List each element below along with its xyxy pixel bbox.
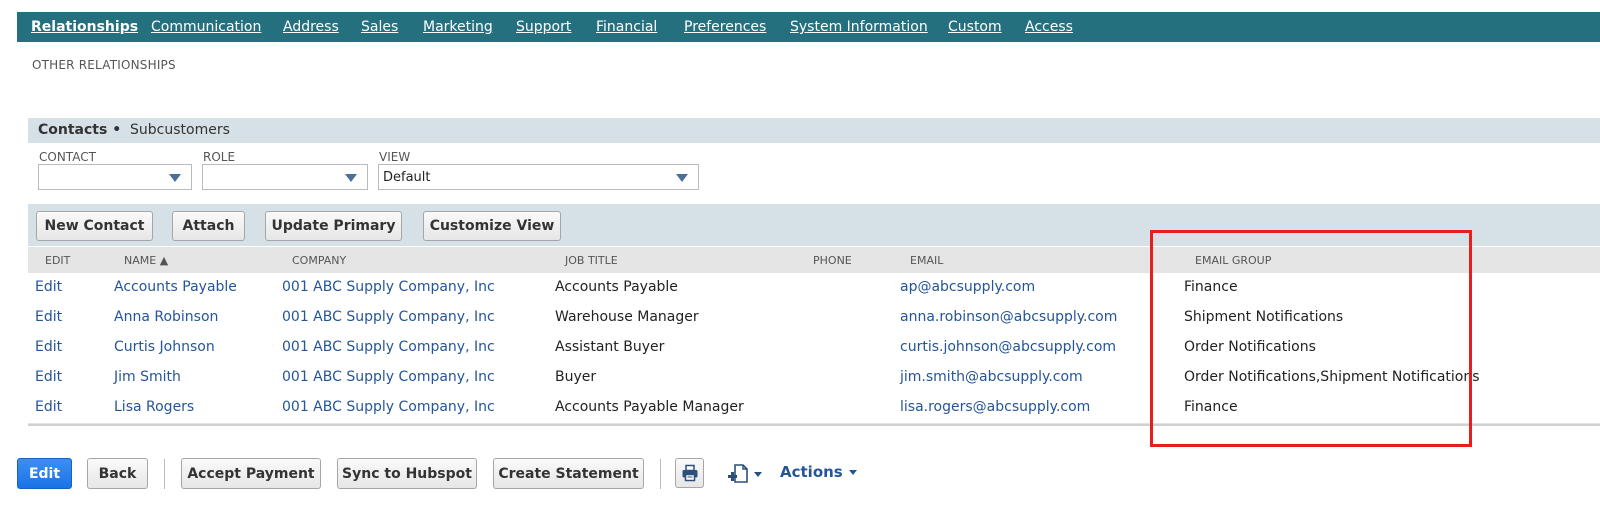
tab-communication[interactable]: Communication — [151, 19, 261, 35]
contact-name-link[interactable]: Accounts Payable — [114, 279, 237, 295]
new-record-menu[interactable] — [727, 461, 767, 487]
attach-button[interactable]: Attach — [172, 211, 245, 241]
contact-name-link[interactable]: Anna Robinson — [114, 309, 218, 325]
job-title-cell: Accounts Payable — [555, 279, 678, 295]
tab-access[interactable]: Access — [1025, 19, 1073, 35]
dropdown-arrow-icon — [676, 174, 688, 182]
tab-sales[interactable]: Sales — [361, 19, 398, 35]
chevron-down-icon — [754, 471, 762, 477]
company-link[interactable]: 001 ABC Supply Company, Inc — [282, 339, 495, 355]
chevron-down-icon — [848, 470, 857, 475]
email-link[interactable]: lisa.rogers@abcsupply.com — [900, 399, 1090, 415]
accept-payment-button[interactable]: Accept Payment — [181, 458, 321, 489]
company-link[interactable]: 001 ABC Supply Company, Inc — [282, 279, 495, 295]
dropdown-arrow-icon — [345, 174, 357, 182]
subtab-subcustomers[interactable]: Subcustomers — [130, 122, 230, 138]
job-title-cell: Assistant Buyer — [555, 339, 665, 355]
contact-name-link[interactable]: Curtis Johnson — [114, 339, 215, 355]
record-tab-bar: Relationships Communication Address Sale… — [17, 12, 1600, 42]
new-record-icon — [728, 464, 748, 483]
actions-menu[interactable]: Actions — [780, 463, 857, 481]
section-heading: OTHER RELATIONSHIPS — [32, 58, 176, 72]
highlight-annotation-box — [1150, 230, 1472, 447]
row-edit-link[interactable]: Edit — [35, 399, 62, 415]
button-divider — [660, 459, 661, 489]
edit-record-button[interactable]: Edit — [17, 458, 72, 489]
sync-to-hubspot-button[interactable]: Sync to Hubspot — [337, 458, 477, 489]
email-link[interactable]: jim.smith@abcsupply.com — [900, 369, 1083, 385]
company-link[interactable]: 001 ABC Supply Company, Inc — [282, 309, 495, 325]
print-button[interactable] — [675, 458, 704, 488]
email-link[interactable]: curtis.johnson@abcsupply.com — [900, 339, 1116, 355]
actions-label: Actions — [780, 463, 843, 481]
tab-relationships[interactable]: Relationships — [31, 19, 138, 35]
back-button[interactable]: Back — [87, 458, 148, 489]
tab-custom[interactable]: Custom — [948, 19, 1002, 35]
view-filter-select[interactable]: Default — [378, 164, 699, 190]
contact-name-link[interactable]: Jim Smith — [114, 369, 181, 385]
update-primary-button[interactable]: Update Primary — [265, 211, 402, 241]
printer-icon — [682, 464, 697, 482]
contact-filter-label: CONTACT — [39, 150, 96, 164]
row-edit-link[interactable]: Edit — [35, 369, 62, 385]
column-header-company[interactable]: COMPANY — [292, 254, 346, 267]
role-filter-label: ROLE — [203, 150, 236, 164]
job-title-cell: Accounts Payable Manager — [555, 399, 744, 415]
tab-preferences[interactable]: Preferences — [684, 19, 766, 35]
company-link[interactable]: 001 ABC Supply Company, Inc — [282, 399, 495, 415]
contact-name-link[interactable]: Lisa Rogers — [114, 399, 194, 415]
new-contact-button[interactable]: New Contact — [36, 211, 153, 241]
tab-system-information[interactable]: System Information — [790, 19, 928, 35]
contact-filter-select[interactable] — [38, 164, 192, 190]
company-link[interactable]: 001 ABC Supply Company, Inc — [282, 369, 495, 385]
button-divider — [164, 459, 165, 489]
column-header-name[interactable]: NAME ▲ — [124, 254, 168, 267]
subtab-bar: Contacts • Subcustomers — [28, 118, 1600, 143]
email-link[interactable]: anna.robinson@abcsupply.com — [900, 309, 1117, 325]
column-header-email[interactable]: EMAIL — [910, 254, 943, 267]
column-header-phone[interactable]: PHONE — [813, 254, 852, 267]
role-filter-select[interactable] — [202, 164, 368, 190]
dropdown-arrow-icon — [169, 174, 181, 182]
column-header-edit: EDIT — [45, 254, 71, 267]
tab-address[interactable]: Address — [283, 19, 339, 35]
customize-view-button[interactable]: Customize View — [423, 211, 561, 241]
email-link[interactable]: ap@abcsupply.com — [900, 279, 1035, 295]
row-edit-link[interactable]: Edit — [35, 279, 62, 295]
tab-marketing[interactable]: Marketing — [423, 19, 493, 35]
column-header-job-title[interactable]: JOB TITLE — [565, 254, 618, 267]
view-filter-label: VIEW — [379, 150, 411, 164]
subtab-contacts[interactable]: Contacts • — [38, 122, 121, 138]
tab-financial[interactable]: Financial — [596, 19, 657, 35]
row-edit-link[interactable]: Edit — [35, 309, 62, 325]
tab-support[interactable]: Support — [516, 19, 571, 35]
create-statement-button[interactable]: Create Statement — [493, 458, 644, 489]
view-filter-value: Default — [383, 170, 431, 185]
row-edit-link[interactable]: Edit — [35, 339, 62, 355]
job-title-cell: Buyer — [555, 369, 597, 385]
job-title-cell: Warehouse Manager — [555, 309, 699, 325]
